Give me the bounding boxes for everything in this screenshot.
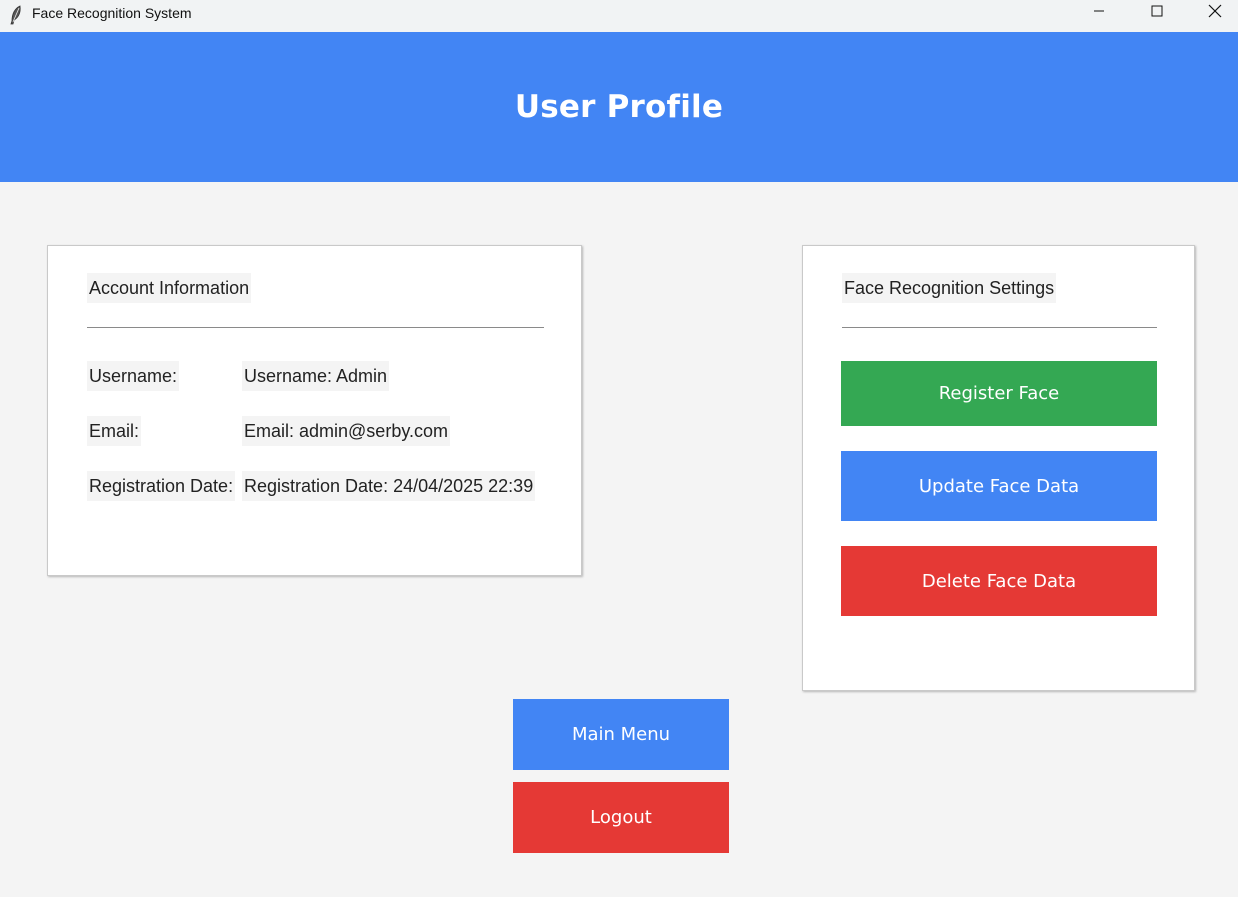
feather-icon [8, 5, 24, 25]
page-header: User Profile [0, 32, 1238, 182]
update-face-data-button[interactable]: Update Face Data [841, 451, 1157, 521]
divider [87, 327, 544, 328]
logout-button[interactable]: Logout [513, 782, 729, 853]
face-settings-title: Face Recognition Settings [842, 273, 1057, 303]
maximize-icon [1151, 4, 1163, 22]
email-label: Email: [87, 416, 142, 446]
page-title: User Profile [514, 89, 724, 125]
window-title: Face Recognition System [32, 5, 192, 21]
divider [842, 327, 1157, 328]
close-button[interactable] [1192, 0, 1238, 26]
delete-face-data-button[interactable]: Delete Face Data [841, 546, 1157, 616]
username-label: Username: [87, 361, 180, 391]
minimize-button[interactable] [1076, 0, 1122, 26]
close-icon [1208, 4, 1222, 23]
username-value: Username: Admin [242, 361, 390, 391]
email-value: Email: admin@serby.com [242, 416, 450, 446]
window-titlebar: Face Recognition System [0, 0, 1238, 32]
registration-date-label: Registration Date: [87, 471, 236, 501]
account-info-title: Account Information [87, 273, 252, 303]
account-info-panel: Account Information Username: Username: … [47, 245, 582, 576]
maximize-button[interactable] [1134, 0, 1180, 26]
minimize-icon [1093, 4, 1105, 22]
main-menu-button[interactable]: Main Menu [513, 699, 729, 770]
registration-date-value: Registration Date: 24/04/2025 22:39 [242, 471, 536, 501]
face-settings-panel: Face Recognition Settings Register Face … [802, 245, 1195, 691]
register-face-button[interactable]: Register Face [841, 361, 1157, 426]
